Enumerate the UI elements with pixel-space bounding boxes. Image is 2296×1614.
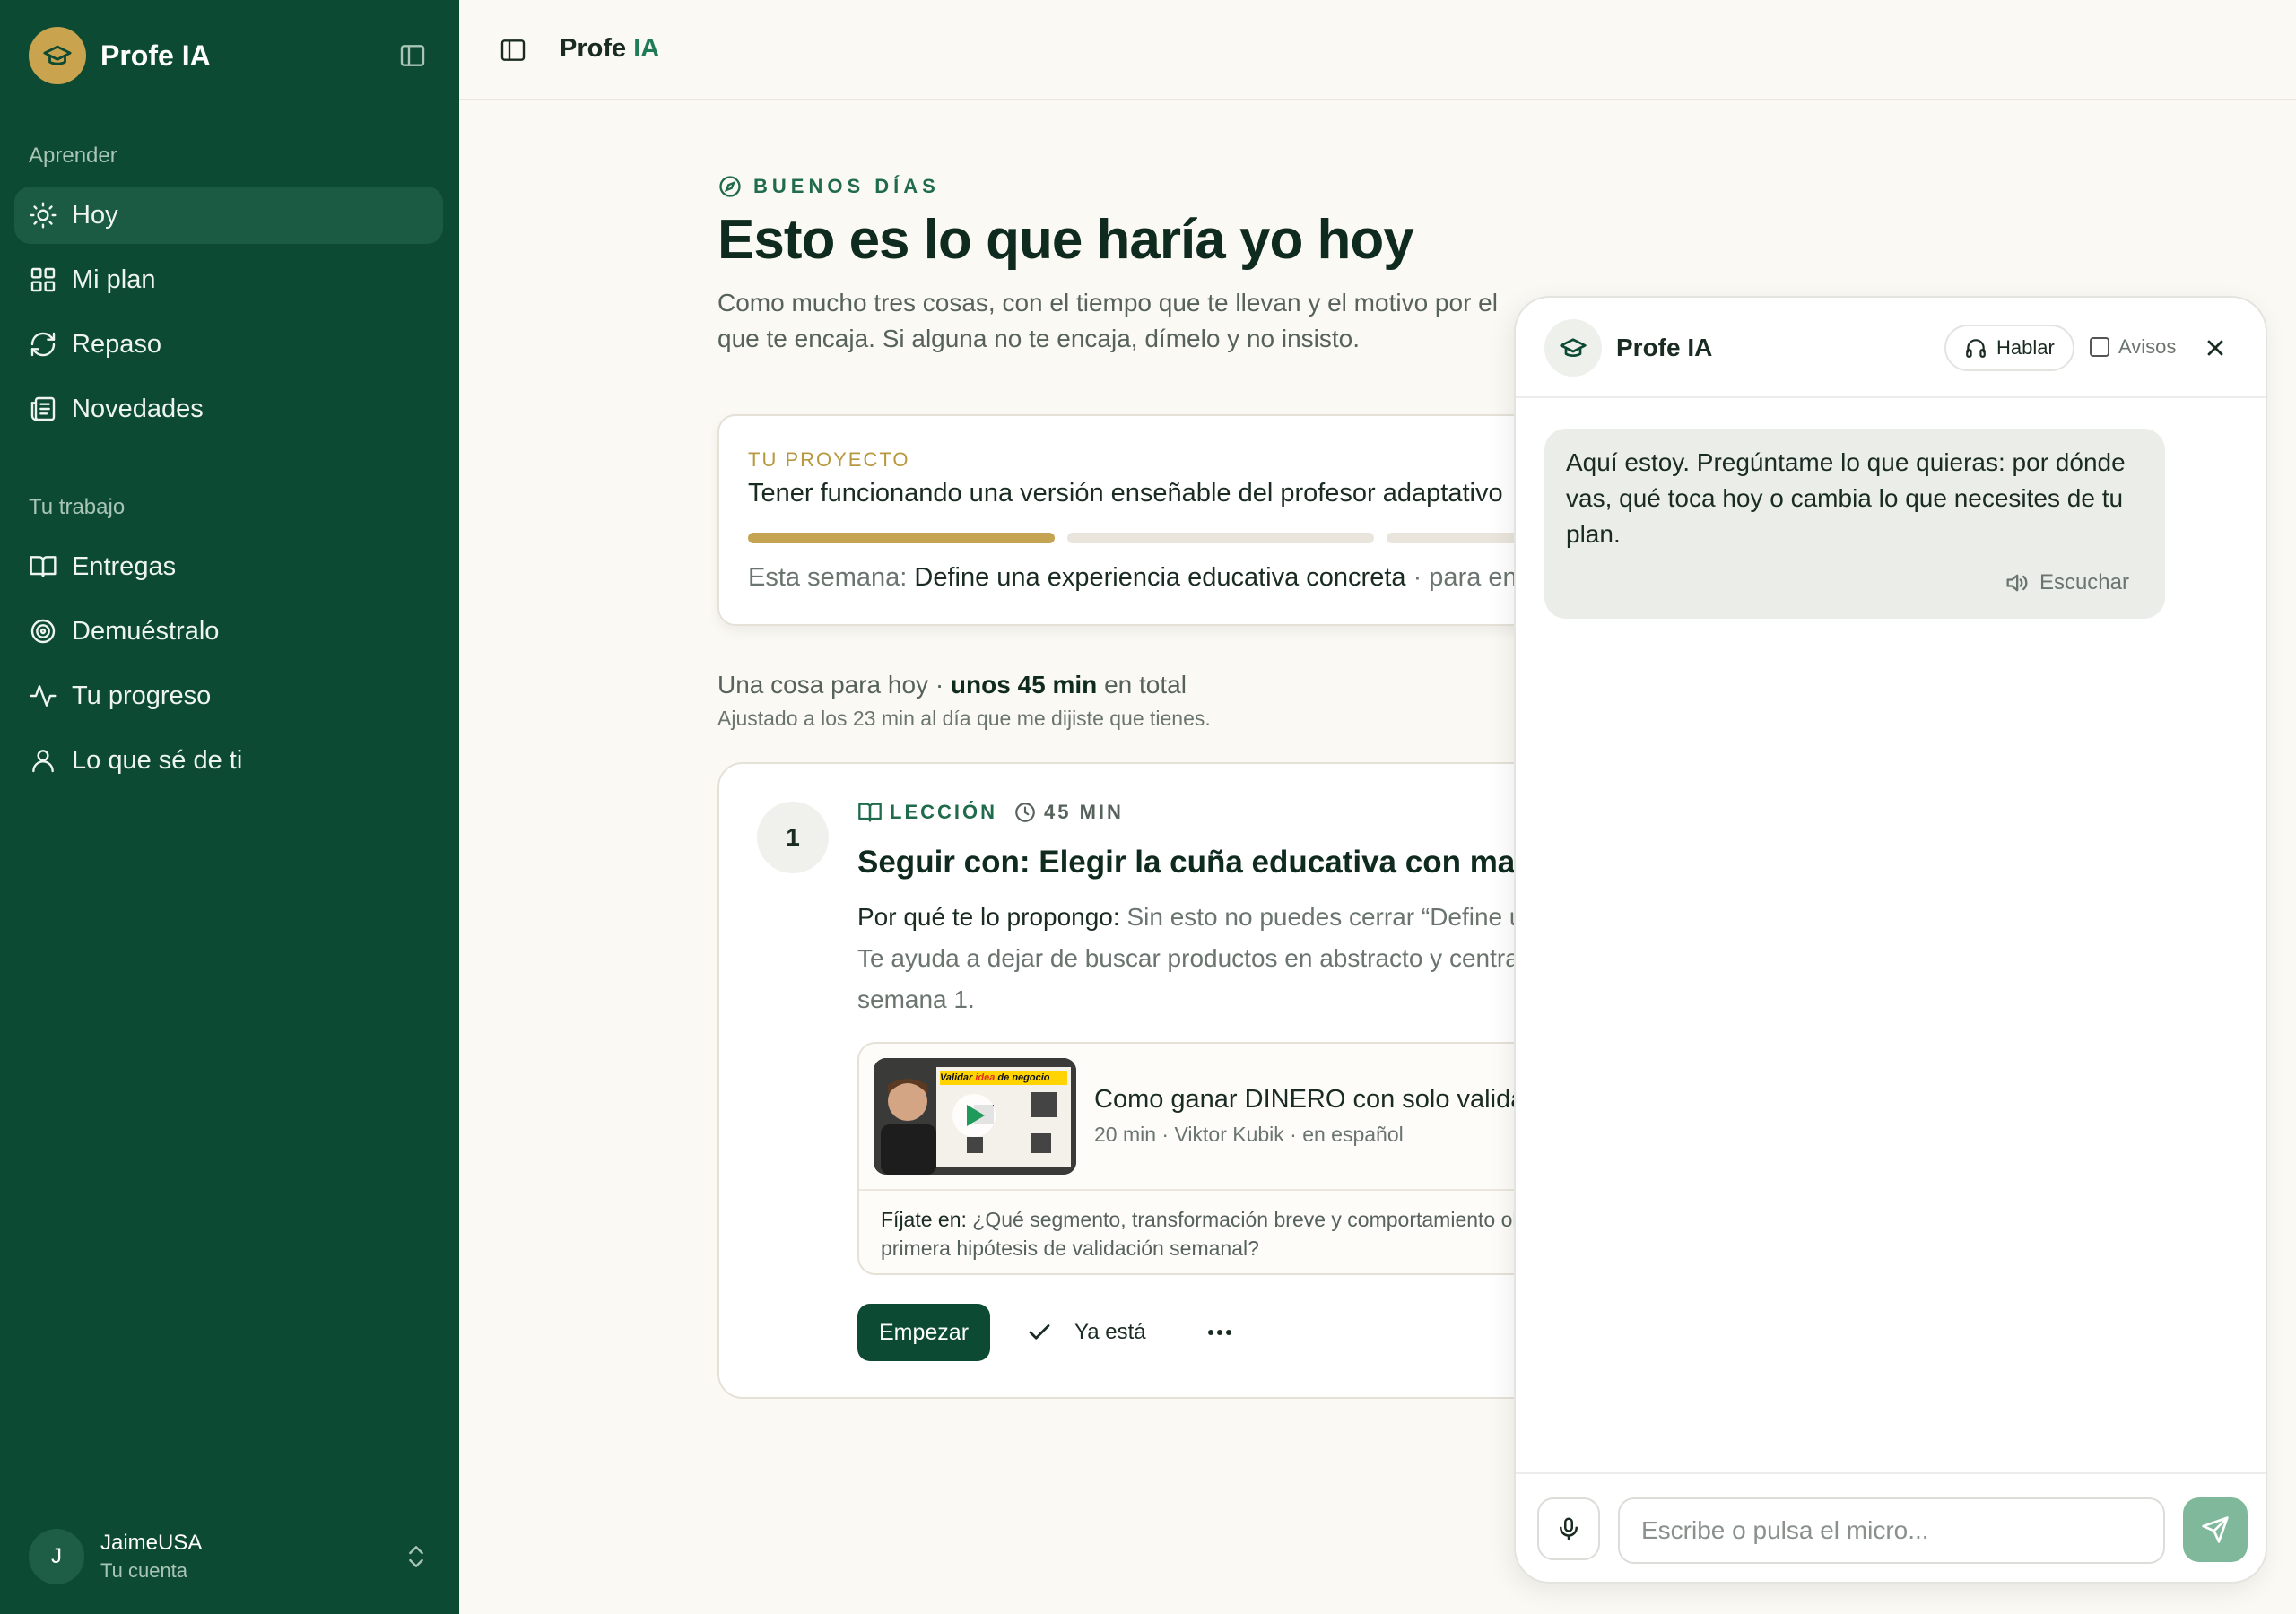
project-title: Tener funcionando una versión enseñable … bbox=[748, 479, 1503, 508]
chat-title: Profe IA bbox=[1616, 334, 1713, 361]
sidebar-collapse-icon[interactable] bbox=[398, 41, 427, 70]
top-bar: Profe IA bbox=[459, 0, 2296, 100]
sidebar-item-demuestralo[interactable]: Demuéstralo bbox=[14, 603, 443, 660]
progress-segment bbox=[1067, 533, 1374, 543]
account-subtitle: Tu cuenta bbox=[100, 1559, 188, 1582]
book-open-icon bbox=[30, 556, 57, 577]
alerts-checkbox[interactable]: Avisos bbox=[2090, 335, 2176, 359]
grid-icon bbox=[30, 267, 56, 292]
sidebar-item-label: Tu progreso bbox=[72, 681, 212, 710]
lesson-number: 1 bbox=[757, 802, 829, 873]
listen-button[interactable]: Escuchar bbox=[2004, 570, 2129, 595]
activity-icon bbox=[30, 685, 57, 707]
sun-icon bbox=[30, 202, 57, 229]
intro-text: Como mucho tres cosas, con el tiempo que… bbox=[718, 289, 1498, 352]
mark-done-button[interactable]: Ya está bbox=[1026, 1319, 1146, 1346]
checkbox-icon bbox=[2090, 337, 2109, 357]
graduation-cap-icon bbox=[1544, 319, 1602, 377]
project-card[interactable]: TU PROYECTO Tener funcionando una versió… bbox=[718, 414, 1632, 626]
sidebar-item-tu-progreso[interactable]: Tu progreso bbox=[14, 667, 443, 725]
newspaper-icon bbox=[30, 396, 56, 421]
sidebar-item-label: Repaso bbox=[72, 329, 161, 359]
page-title: Profe IA bbox=[560, 34, 660, 63]
sidebar-item-hoy[interactable]: Hoy bbox=[14, 187, 443, 244]
today-subtitle: Ajustado a los 23 min al día que me diji… bbox=[718, 707, 1211, 730]
thumbnail-caption: Validar idea de negocio bbox=[940, 1072, 1050, 1083]
sidebar-item-label: Mi plan bbox=[72, 265, 156, 294]
brand-name: Profe IA bbox=[100, 39, 211, 72]
sidebar-item-lo-que-se-de-ti[interactable]: Lo que sé de ti bbox=[14, 732, 443, 789]
speaker-icon bbox=[2006, 574, 2028, 592]
panel-toggle-icon[interactable] bbox=[499, 36, 527, 65]
brand[interactable]: Profe IA bbox=[29, 27, 211, 84]
microphone-icon[interactable] bbox=[1537, 1497, 1600, 1560]
chat-input[interactable] bbox=[1618, 1497, 2165, 1564]
headline: Esto es lo que haría yo hoy bbox=[718, 209, 1414, 271]
project-week: Esta semana: Define una experiencia educ… bbox=[748, 563, 1518, 592]
sidebar-item-label: Entregas bbox=[72, 551, 177, 581]
more-options-icon[interactable] bbox=[1202, 1315, 1238, 1350]
assistant-message: Aquí estoy. Pregúntame lo que quieras: p… bbox=[1544, 429, 2165, 619]
chat-header: Profe IA Hablar Avisos bbox=[1516, 298, 2266, 398]
sidebar-item-mi-plan[interactable]: Mi plan bbox=[14, 251, 443, 308]
start-button[interactable]: Empezar bbox=[857, 1304, 991, 1361]
lesson-card: 1 LECCIÓN 45 MIN Seguir con: Elegir la c… bbox=[718, 762, 1650, 1399]
project-label: TU PROYECTO bbox=[748, 448, 910, 471]
target-icon bbox=[30, 619, 56, 644]
chat-panel: Profe IA Hablar Avisos Aquí estoy. Pregú… bbox=[1514, 296, 2267, 1584]
sidebar-item-label: Demuéstralo bbox=[72, 616, 220, 646]
section-label-tu-trabajo: Tu trabajo bbox=[29, 495, 126, 519]
close-icon[interactable] bbox=[2203, 335, 2228, 360]
today-summary: Una cosa para hoy · unos 45 min en total bbox=[718, 671, 1187, 699]
sidebar-item-repaso[interactable]: Repaso bbox=[14, 316, 443, 373]
chat-composer bbox=[1516, 1472, 2266, 1582]
clock-icon bbox=[1015, 803, 1035, 822]
compass-icon bbox=[719, 176, 741, 197]
sidebar-item-entregas[interactable]: Entregas bbox=[14, 538, 443, 595]
account-name: JaimeUSA bbox=[100, 1531, 203, 1555]
graduation-cap-icon bbox=[29, 27, 86, 84]
sidebar: Profe IA Aprender Hoy Mi plan Repaso Nov… bbox=[0, 0, 459, 1614]
sidebar-item-novedades[interactable]: Novedades bbox=[14, 380, 443, 438]
avatar: J bbox=[29, 1529, 84, 1584]
sidebar-item-label: Novedades bbox=[72, 394, 204, 423]
user-icon bbox=[32, 750, 54, 773]
talk-button[interactable]: Hablar bbox=[1944, 325, 2074, 371]
send-icon[interactable] bbox=[2183, 1497, 2248, 1562]
sidebar-item-label: Lo que sé de ti bbox=[72, 745, 243, 775]
account-switcher[interactable]: J JaimeUSA Tu cuenta bbox=[29, 1528, 430, 1585]
greeting: BUENOS DÍAS bbox=[718, 174, 940, 199]
sidebar-item-label: Hoy bbox=[72, 200, 118, 230]
chevrons-up-down-icon bbox=[409, 1546, 423, 1567]
refresh-icon bbox=[30, 332, 56, 357]
book-open-icon bbox=[858, 803, 882, 822]
lesson-actions: Empezar Ya está bbox=[857, 1304, 1238, 1361]
project-progress bbox=[748, 533, 1631, 543]
section-label-aprender: Aprender bbox=[29, 143, 117, 168]
video-meta: 20 min · Viktor Kubik · en español bbox=[1094, 1123, 1404, 1146]
check-icon bbox=[1029, 1324, 1050, 1340]
lesson-meta: LECCIÓN 45 MIN bbox=[857, 800, 1124, 825]
progress-segment bbox=[748, 533, 1055, 543]
headphones-icon bbox=[1966, 339, 1986, 358]
